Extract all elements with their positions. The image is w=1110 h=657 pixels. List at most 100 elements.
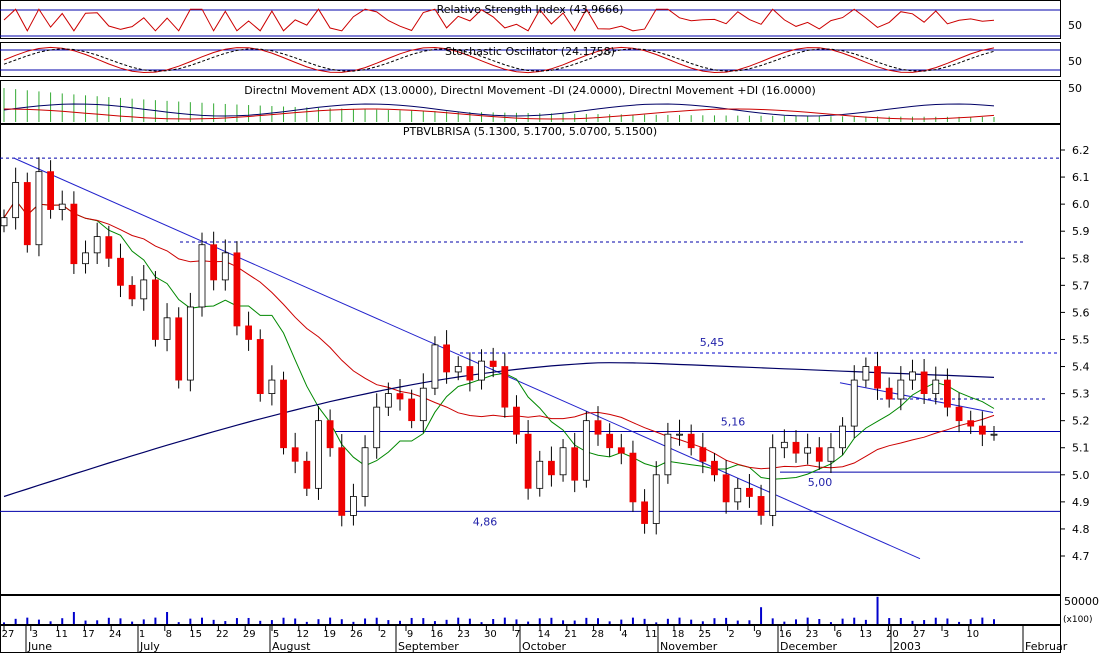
candle-body (315, 420, 322, 489)
date-tick-label: 17 (82, 629, 95, 640)
date-tick-label: 10 (966, 629, 979, 640)
candle-body (291, 447, 299, 462)
candle-body (815, 447, 823, 462)
candle-body (12, 182, 20, 219)
candle-body (629, 452, 637, 503)
price-tick-label: 5.6 (1072, 306, 1090, 319)
date-tick-label: 23 (457, 629, 470, 640)
month-label: August (272, 640, 311, 653)
date-tick-label: 12 (296, 629, 309, 640)
volume-unit-label: (x100) (1063, 615, 1093, 625)
axis-labels: 4.7 4.8 4.9 5.0 5.1 5.2 5.3 5.4 5.5 5.6 5.7 5.8 5.9 6… (2, 144, 1090, 653)
candle-body (885, 387, 893, 400)
chart-window: 5,45 5,16 5,00 4,86 4.7 4.8 4.9 5.0 5.1 5.2 5.3 5.… (0, 0, 1110, 653)
month-label: June (27, 640, 52, 653)
date-tick-label: 11 (55, 629, 68, 640)
candle-body (501, 366, 509, 408)
dmi-title: Directnl Movement ADX (13.0000), Directn… (244, 84, 816, 97)
candle-body (606, 433, 614, 449)
candle-body (757, 496, 765, 516)
price-tick-label: 6.2 (1072, 144, 1090, 157)
date-tick-label: 30 (484, 629, 497, 640)
price-tick-label: 5.0 (1072, 469, 1090, 482)
date-tick-label: 2 (728, 629, 734, 640)
candle-body (419, 387, 427, 422)
candle-body (792, 441, 800, 454)
candle-body (967, 420, 975, 427)
candle-body (280, 379, 287, 449)
candle-body (338, 447, 346, 516)
date-tick-label: 18 (672, 629, 685, 640)
candle-body (582, 420, 590, 481)
candle-body (513, 406, 520, 435)
level-label: 4,86 (473, 515, 498, 528)
month-label: October (522, 640, 566, 653)
candle-body (384, 393, 392, 408)
date-tick-label: 2 (380, 629, 386, 640)
date-tick-label: 16 (779, 629, 792, 640)
date-tick-label: 27 (913, 629, 926, 640)
chart-canvas[interactable]: 5,45 5,16 5,00 4,86 4.7 4.8 4.9 5.0 5.1 5.2 5.3 5.… (0, 0, 1110, 653)
candle-body (641, 501, 648, 524)
price-tick-label: 5.4 (1072, 361, 1090, 374)
candle-body (23, 182, 31, 246)
date-tick-label: 14 (538, 629, 551, 640)
date-tick-label: 22 (216, 629, 229, 640)
price-title: PTBVLBRISA (5.1300, 5.1700, 5.0700, 5.15… (403, 125, 657, 138)
candle-body (687, 433, 695, 449)
month-label: 2003 (893, 640, 921, 653)
candle-body (396, 393, 404, 400)
candle-body (326, 420, 334, 449)
price-tick-label: 4.9 (1072, 496, 1090, 509)
date-tick-label: 15 (189, 629, 202, 640)
candle-body (944, 379, 951, 408)
candle-body (769, 447, 777, 516)
trend-line-short (839, 382, 994, 414)
candle-body (82, 252, 89, 265)
date-tick-label: 20 (886, 629, 899, 640)
month-label: Februar (1025, 640, 1068, 653)
price-tick-label: 5.5 (1072, 333, 1090, 346)
candle-body (0, 217, 8, 227)
date-tick-label: 11 (645, 629, 658, 640)
candle-body (874, 366, 881, 389)
minus-di-line (3, 103, 995, 117)
candle-body (245, 325, 252, 340)
candle-body (524, 433, 532, 489)
candle-body (35, 171, 43, 246)
candle-body (175, 317, 183, 381)
date-tick-label: 16 (430, 629, 443, 640)
level-label: 5,45 (700, 336, 725, 349)
candle-body (408, 398, 416, 422)
dmi-axis-label: 50 (1068, 82, 1082, 95)
candle-body (548, 460, 555, 476)
candle-body (827, 447, 835, 462)
month-label: November (660, 640, 718, 653)
price-tick-label: 6.0 (1072, 198, 1090, 211)
date-tick-label: 3 (32, 629, 38, 640)
volume-axis-label: 50000 (1064, 595, 1099, 608)
candle-body (233, 252, 241, 327)
candle-body (489, 360, 497, 367)
candle-body (676, 433, 683, 436)
date-tick-label: 19 (323, 629, 336, 640)
price-tick-label: 4.8 (1072, 523, 1090, 536)
price-tick-label: 5.7 (1072, 279, 1090, 292)
date-tick-label: 28 (591, 629, 604, 640)
candle-body (571, 447, 579, 481)
candle-body (804, 447, 812, 454)
price-tick-label: 4.7 (1072, 550, 1090, 563)
month-label: September (398, 640, 459, 653)
date-tick-label: 9 (407, 629, 413, 640)
date-tick-label: 26 (350, 629, 363, 640)
candle-body (210, 244, 218, 281)
date-tick-label: 3 (943, 629, 949, 640)
candle-body (431, 344, 439, 389)
volume-bars (3, 596, 995, 624)
candle-body (466, 366, 474, 381)
candle-body (140, 279, 148, 300)
candle-body (186, 306, 194, 381)
price-plot: 5,45 5,16 5,00 4,86 (0, 157, 1060, 560)
candle-body (152, 279, 159, 340)
candle-body (839, 425, 846, 449)
